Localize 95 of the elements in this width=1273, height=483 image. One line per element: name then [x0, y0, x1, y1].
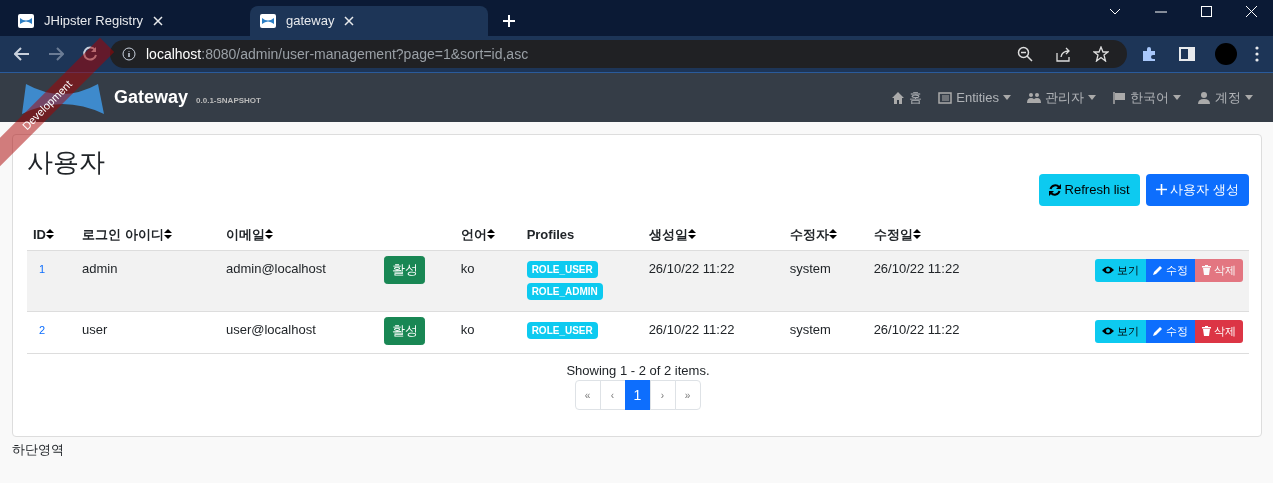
table-cell: system	[789, 261, 831, 277]
forward-icon[interactable]	[48, 47, 64, 61]
page-link[interactable]: ›	[649, 380, 676, 411]
table-cell: 26/10/22 11:22	[648, 322, 735, 338]
user-icon	[1197, 90, 1211, 105]
browser-tab[interactable]: gateway	[250, 6, 488, 36]
caret-icon	[1245, 95, 1253, 100]
edit-button[interactable]: 수정	[1146, 320, 1195, 343]
refresh-button[interactable]: Refresh list	[1039, 174, 1140, 206]
table-cell: ko	[460, 261, 475, 277]
status-button[interactable]: 활성	[384, 317, 425, 346]
page-link[interactable]: «	[574, 380, 601, 411]
table-cell: user	[82, 322, 108, 338]
table-cell: system	[789, 322, 831, 338]
create-button[interactable]: 사용자 생성	[1146, 174, 1249, 206]
column-header: Profiles	[526, 225, 575, 244]
role-tag: ROLE_USER	[526, 261, 598, 279]
table-cell: 26/10/22 11:22	[873, 261, 960, 277]
side-panel-icon[interactable]	[1179, 47, 1195, 61]
table-cell: admin@localhost	[226, 261, 326, 277]
sort-icon[interactable]	[912, 229, 921, 240]
users-icon	[1027, 90, 1041, 105]
back-icon[interactable]	[14, 47, 30, 61]
table-cell: 26/10/22 11:22	[648, 261, 735, 277]
page-title: 사용자	[27, 147, 106, 179]
caret-icon	[1003, 95, 1011, 100]
chevron-down-icon[interactable]	[1109, 7, 1121, 16]
close-icon[interactable]	[152, 16, 163, 26]
column-header[interactable]: 생성일	[648, 224, 696, 245]
nav-item[interactable]: Entities	[938, 87, 1011, 108]
caret-icon	[1088, 95, 1096, 100]
nav-item[interactable]: 홈	[891, 87, 923, 108]
eye-icon	[1102, 327, 1114, 336]
page-icon	[260, 14, 276, 28]
flag-icon	[1112, 90, 1126, 105]
table-icon	[938, 90, 953, 105]
address-bar[interactable]: localhost:8080/admin/user-management?page=1&sort=id,asc	[110, 40, 1127, 68]
status-button[interactable]: 활성	[384, 256, 425, 285]
pencil-icon	[1153, 326, 1163, 337]
zoom-out-icon[interactable]	[1017, 46, 1033, 62]
delete-button[interactable]: 삭제	[1195, 320, 1243, 343]
view-button[interactable]: 보기	[1095, 259, 1146, 282]
column-header[interactable]: 언어	[460, 224, 495, 245]
page-icon	[18, 14, 34, 28]
minimize-icon[interactable]	[1155, 10, 1167, 13]
trash-icon	[1202, 265, 1211, 276]
footer-text: 하단영역	[12, 441, 65, 460]
sort-icon[interactable]	[163, 229, 172, 240]
browser-tab[interactable]: JHipster Registry	[8, 6, 246, 36]
table-cell: 26/10/22 11:22	[873, 322, 960, 338]
maximize-icon[interactable]	[1201, 6, 1212, 17]
star-icon[interactable]	[1093, 46, 1109, 62]
role-tag: ROLE_USER	[526, 322, 598, 340]
page-link[interactable]: 1	[624, 380, 651, 411]
info-icon	[122, 47, 136, 61]
caret-icon	[1173, 95, 1181, 100]
page-link[interactable]: »	[674, 380, 701, 411]
home-icon	[891, 90, 906, 105]
puzzle-icon[interactable]	[1141, 46, 1157, 62]
version-text: 0.0.1-SNAPSHOT	[196, 94, 261, 107]
plus-icon	[1156, 184, 1168, 196]
table-cell: admin	[82, 261, 118, 277]
trash-icon	[1202, 326, 1211, 337]
url-text: localhost:8080/admin/user-management?page=1&sort=id,asc	[146, 44, 530, 64]
eye-icon	[1102, 266, 1114, 275]
table-cell: user@localhost	[226, 322, 316, 338]
id-link[interactable]: 2	[33, 324, 46, 337]
sort-icon[interactable]	[486, 229, 495, 240]
page-link[interactable]: ‹	[599, 380, 626, 411]
pencil-icon	[1153, 265, 1163, 276]
pagination-summary: Showing 1 - 2 of 2 items.	[566, 361, 710, 380]
column-header[interactable]: 수정일	[873, 224, 921, 245]
sort-icon[interactable]	[46, 229, 54, 240]
brand-name[interactable]: Gateway	[114, 84, 189, 111]
menu-icon[interactable]	[1255, 46, 1259, 62]
column-header[interactable]: 로그인 아이디	[82, 224, 172, 245]
role-tag: ROLE_ADMIN	[526, 283, 603, 301]
share-icon[interactable]	[1055, 46, 1071, 62]
nav-item[interactable]: 관리자	[1027, 87, 1096, 108]
edit-button[interactable]: 수정	[1146, 259, 1195, 282]
nav-item[interactable]: 한국어	[1112, 87, 1181, 108]
table-cell: ko	[460, 322, 475, 338]
sort-icon[interactable]	[265, 229, 273, 240]
column-header[interactable]: 수정자	[789, 224, 837, 245]
column-header[interactable]: ID	[33, 224, 54, 245]
id-link[interactable]: 1	[33, 263, 46, 276]
close-icon[interactable]	[344, 16, 355, 26]
reload-icon[interactable]	[82, 46, 98, 62]
sort-icon[interactable]	[828, 229, 837, 240]
nav-item[interactable]: 계정	[1197, 87, 1253, 108]
column-header[interactable]: 이메일	[226, 224, 273, 245]
sort-icon[interactable]	[687, 229, 696, 240]
plus-icon[interactable]	[502, 14, 516, 28]
refresh-icon	[1049, 183, 1062, 196]
view-button[interactable]: 보기	[1095, 320, 1146, 343]
